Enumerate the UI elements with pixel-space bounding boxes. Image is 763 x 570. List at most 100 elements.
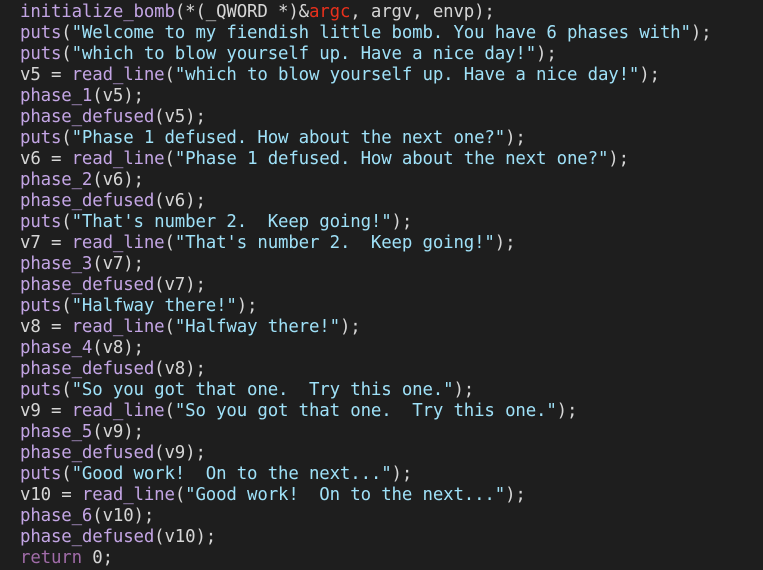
function-name[interactable]: phase_defused [20, 107, 154, 127]
code-line[interactable]: puts("Welcome to my fiendish little bomb… [20, 23, 763, 44]
code-text: (v9); [92, 422, 144, 442]
function-name[interactable]: read_line [72, 317, 165, 337]
code-text: v8 = [20, 317, 72, 337]
code-line[interactable]: phase_6(v10); [20, 506, 763, 527]
code-text: ( [164, 149, 175, 169]
function-name[interactable]: puts [20, 128, 61, 148]
function-name[interactable]: read_line [72, 149, 165, 169]
code-text: (v10); [154, 527, 217, 547]
code-text: ( [174, 485, 186, 505]
code-text: ( [164, 65, 175, 85]
function-name[interactable]: phase_defused [20, 191, 154, 211]
code-text: ); [639, 65, 660, 85]
code-line[interactable]: v10 = read_line("Good work! On to the ne… [20, 485, 763, 506]
code-text: ); [690, 23, 712, 43]
code-line[interactable]: phase_defused(v8); [20, 359, 763, 380]
code-line[interactable]: phase_defused(v9); [20, 443, 763, 464]
code-text: ( [61, 23, 72, 43]
code-text: ( [61, 44, 72, 64]
function-name[interactable]: phase_defused [20, 275, 154, 295]
function-name[interactable]: puts [20, 212, 61, 232]
code-text: ( [61, 380, 72, 400]
code-text: (v5); [92, 86, 144, 106]
code-line[interactable]: phase_defused(v10); [20, 527, 763, 548]
function-name[interactable]: puts [20, 23, 61, 43]
function-name[interactable]: phase_2 [20, 170, 92, 190]
code-text: (v7); [154, 275, 206, 295]
function-name[interactable]: phase_defused [20, 443, 154, 463]
function-name[interactable]: puts [20, 464, 61, 484]
code-text: ( [164, 401, 175, 421]
code-line[interactable]: phase_defused(v7); [20, 275, 763, 296]
code-line[interactable]: v8 = read_line("Halfway there!"); [20, 317, 763, 338]
code-text: (v9); [154, 443, 206, 463]
code-text: (v10); [92, 506, 155, 526]
function-name[interactable]: phase_5 [20, 422, 92, 442]
code-line[interactable]: v6 = read_line("Phase 1 defused. How abo… [20, 149, 763, 170]
code-line[interactable]: puts("That's number 2. Keep going!"); [20, 212, 763, 233]
function-name[interactable]: phase_3 [20, 254, 92, 274]
decompiler-code-view[interactable]: initialize_bomb(*(_QWORD *)&argc, argv, … [0, 0, 763, 570]
code-body: initialize_bomb(*(_QWORD *)&argc, argv, … [20, 2, 763, 569]
function-name[interactable]: phase_defused [20, 359, 154, 379]
code-text: (*(_QWORD *)& [174, 2, 309, 22]
code-text: ); [391, 464, 413, 484]
code-text: ( [61, 464, 72, 484]
function-name[interactable]: puts [20, 296, 61, 316]
string-literal: "That's number 2. Keep going!" [174, 233, 495, 253]
string-literal: "Phase 1 defused. How about the next one… [174, 149, 609, 169]
function-name[interactable]: phase_4 [20, 338, 92, 358]
number-literal: 0 [92, 548, 103, 568]
code-line[interactable]: puts("So you got that one. Try this one.… [20, 380, 763, 401]
code-text: (v8); [92, 338, 144, 358]
function-name[interactable]: initialize_bomb [20, 2, 175, 22]
code-text: ); [236, 296, 258, 316]
code-line[interactable]: phase_defused(v5); [20, 107, 763, 128]
code-text: v5 = [20, 65, 72, 85]
code-text: (v6); [154, 191, 206, 211]
code-text: , argv, envp); [350, 2, 495, 22]
string-literal: "which to blow yourself up. Have a nice … [71, 44, 537, 64]
code-text: (v8); [154, 359, 206, 379]
function-name[interactable]: puts [20, 380, 61, 400]
code-line[interactable]: phase_2(v6); [20, 170, 763, 191]
string-literal: "which to blow yourself up. Have a nice … [174, 65, 640, 85]
code-text: ( [164, 317, 175, 337]
string-literal: "Welcome to my fiendish little bomb. You… [71, 23, 691, 43]
code-line[interactable]: phase_1(v5); [20, 86, 763, 107]
function-name[interactable]: read_line [72, 65, 165, 85]
code-line[interactable]: initialize_bomb(*(_QWORD *)&argc, argv, … [20, 2, 763, 23]
code-line[interactable]: puts("Phase 1 defused. How about the nex… [20, 128, 763, 149]
string-literal: "Halfway there!" [71, 296, 237, 316]
code-line[interactable]: phase_defused(v6); [20, 191, 763, 212]
code-line[interactable]: puts("Halfway there!"); [20, 296, 763, 317]
code-line[interactable]: puts("which to blow yourself up. Have a … [20, 44, 763, 65]
function-name[interactable]: puts [20, 44, 61, 64]
code-text: ( [61, 296, 72, 316]
function-name[interactable]: read_line [72, 233, 165, 253]
code-text: v10 = [20, 485, 82, 505]
function-name[interactable]: phase_defused [20, 527, 154, 547]
code-text: ); [339, 317, 361, 337]
code-line[interactable]: puts("Good work! On to the next..."); [20, 464, 763, 485]
code-line[interactable]: return 0; [20, 548, 763, 569]
code-text: v6 = [20, 149, 72, 169]
keyword: return [20, 548, 82, 568]
string-literal: "Good work! On to the next..." [185, 485, 506, 505]
code-line[interactable]: v5 = read_line("which to blow yourself u… [20, 65, 763, 86]
function-name[interactable]: read_line [72, 401, 165, 421]
function-name[interactable]: read_line [82, 485, 175, 505]
string-literal: "Halfway there!" [174, 317, 340, 337]
code-text: ( [61, 128, 72, 148]
code-text: ); [608, 149, 629, 169]
code-line[interactable]: phase_5(v9); [20, 422, 763, 443]
code-text: ( [61, 212, 72, 232]
code-line[interactable]: v9 = read_line("So you got that one. Try… [20, 401, 763, 422]
code-line[interactable]: v7 = read_line("That's number 2. Keep go… [20, 233, 763, 254]
code-text: (v5); [154, 107, 206, 127]
function-name[interactable]: phase_1 [20, 86, 92, 106]
function-name[interactable]: phase_6 [20, 506, 92, 526]
code-line[interactable]: phase_4(v8); [20, 338, 763, 359]
code-line[interactable]: phase_3(v7); [20, 254, 763, 275]
